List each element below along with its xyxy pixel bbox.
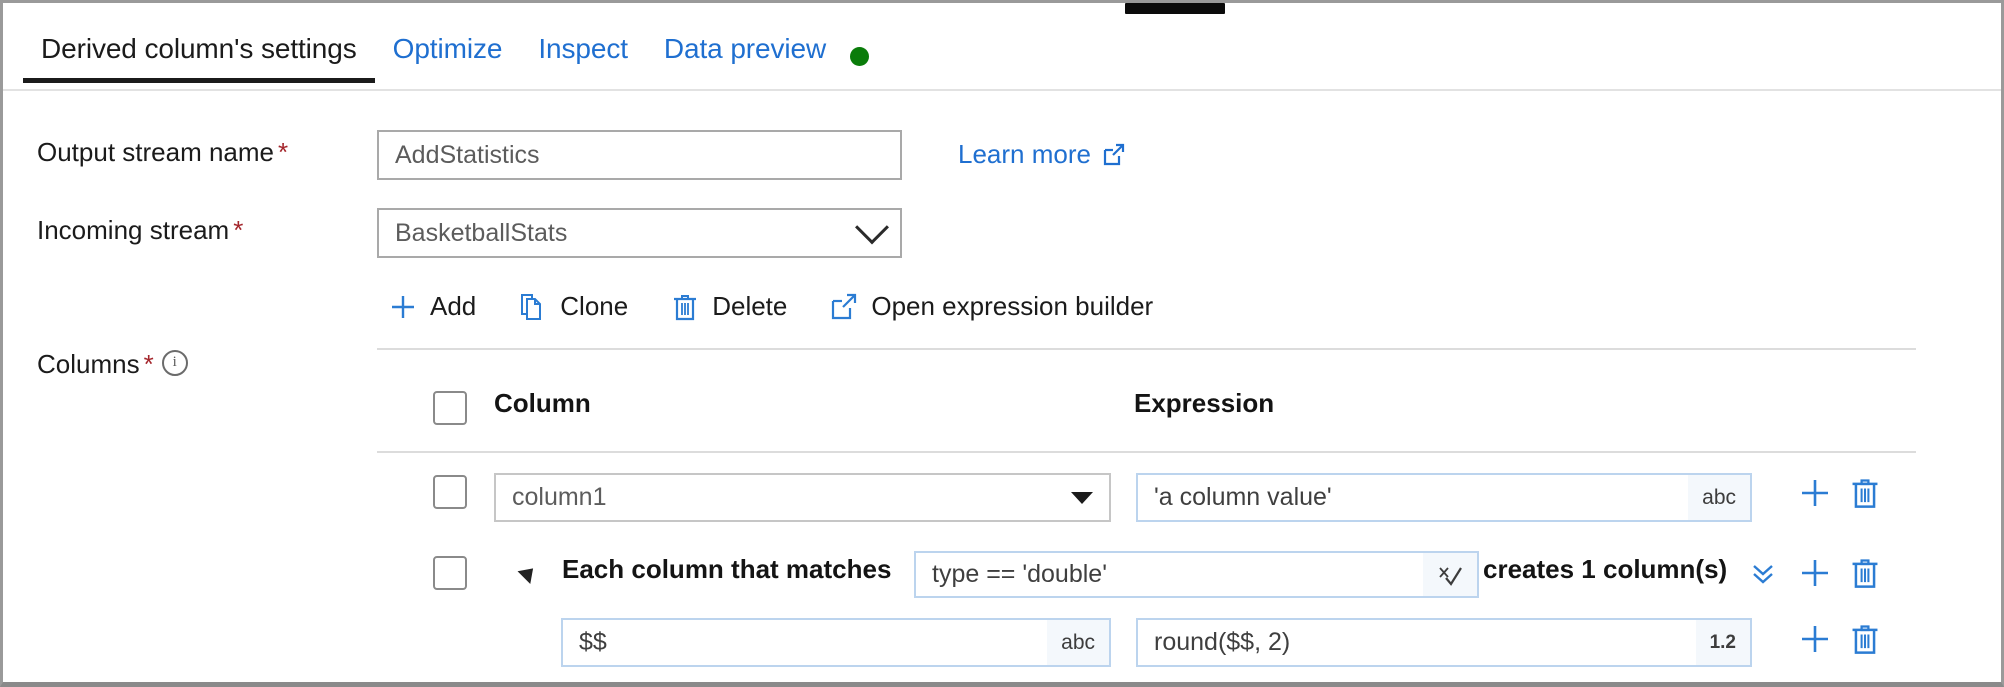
collapse-triangle-icon[interactable] — [518, 562, 540, 584]
tab-derived-column-settings[interactable]: Derived column's settings — [23, 17, 375, 83]
add-label: Add — [430, 291, 476, 322]
incoming-stream-required-asterisk: * — [233, 215, 243, 245]
row-3-type-badge-number: 1.2 — [1696, 620, 1750, 665]
clone-icon — [518, 292, 548, 322]
row-3-expression-input[interactable]: round($$, 2) 1.2 — [1136, 618, 1752, 667]
table-header-divider — [377, 451, 1916, 453]
incoming-stream-value: BasketballStats — [395, 219, 567, 248]
row-3-name-input[interactable]: $$ abc — [561, 618, 1111, 667]
row-2-match-condition-input[interactable]: type == 'double' — [914, 551, 1479, 598]
clone-button[interactable]: Clone — [518, 291, 628, 322]
external-link-icon — [1102, 143, 1126, 167]
row-1-expression-input[interactable]: 'a column value' abc — [1136, 473, 1752, 522]
learn-more-link[interactable]: Learn more — [958, 139, 1126, 170]
output-stream-name-value: AddStatistics — [395, 141, 540, 170]
row-1-column-select[interactable]: column1 — [494, 473, 1111, 522]
learn-more-label: Learn more — [958, 139, 1091, 170]
columns-required-asterisk: * — [144, 349, 154, 379]
row-1-add-icon[interactable] — [1798, 476, 1832, 515]
row-3-add-icon[interactable] — [1798, 622, 1832, 661]
incoming-stream-select[interactable]: BasketballStats — [377, 208, 902, 258]
info-icon[interactable]: i — [162, 350, 188, 376]
row-1-expression-value: 'a column value' — [1154, 483, 1332, 512]
open-expression-builder-button[interactable]: Open expression builder — [829, 291, 1153, 322]
data-preview-status-dot — [850, 47, 869, 66]
trash-icon — [670, 292, 700, 322]
panel-drag-handle[interactable] — [1125, 3, 1225, 14]
delete-label: Delete — [712, 291, 787, 322]
row-2-pattern-label: Each column that matches — [562, 554, 891, 585]
table-top-divider — [377, 348, 1916, 350]
table-row[interactable] — [433, 475, 467, 509]
incoming-stream-label: Incoming stream* — [37, 215, 243, 246]
row-3-expression-value: round($$, 2) — [1154, 628, 1290, 657]
plus-icon — [388, 292, 418, 322]
external-link-icon — [829, 292, 859, 322]
row-1-delete-icon[interactable] — [1848, 476, 1882, 515]
tab-inspect[interactable]: Inspect — [520, 17, 646, 83]
columns-toolbar: Add Clone Delete — [388, 291, 1195, 322]
row-2-match-value: type == 'double' — [932, 560, 1107, 589]
columns-label-text: Columns — [37, 349, 140, 379]
output-stream-name-text: Output stream name — [37, 137, 274, 167]
output-stream-name-label: Output stream name* — [37, 137, 288, 168]
row-2-creates-text: creates 1 column(s) — [1483, 554, 1727, 585]
clone-label: Clone — [560, 291, 628, 322]
column-header-expression: Expression — [1134, 388, 1274, 419]
columns-label: Columns* i — [37, 349, 188, 380]
row-2-add-icon[interactable] — [1798, 556, 1832, 595]
output-stream-required-asterisk: * — [278, 137, 288, 167]
double-chevron-down-icon[interactable] — [1748, 561, 1778, 594]
column-header-column: Column — [494, 388, 591, 419]
row-1-type-badge-abc: abc — [1688, 475, 1750, 520]
tab-optimize[interactable]: Optimize — [375, 17, 521, 83]
delete-button[interactable]: Delete — [670, 291, 787, 322]
row-1-column-value: column1 — [512, 483, 607, 512]
row-2-type-badge-boolean — [1423, 553, 1477, 596]
tab-data-preview[interactable]: Data preview — [646, 17, 844, 83]
derived-column-settings-panel: Derived column's settings Optimize Inspe… — [0, 0, 2004, 687]
row-3-type-badge-abc: abc — [1047, 620, 1109, 665]
chevron-down-icon — [855, 210, 889, 244]
tab-bar: Derived column's settings Optimize Inspe… — [3, 17, 2001, 91]
row-2-delete-icon[interactable] — [1848, 556, 1882, 595]
incoming-stream-text: Incoming stream — [37, 215, 229, 245]
caret-down-icon — [1071, 492, 1093, 504]
add-button[interactable]: Add — [388, 291, 476, 322]
output-stream-name-input[interactable]: AddStatistics — [377, 130, 902, 180]
open-expression-builder-label: Open expression builder — [871, 291, 1153, 322]
table-row[interactable] — [433, 556, 467, 590]
select-all-checkbox[interactable] — [433, 391, 467, 425]
row-3-name-value: $$ — [579, 628, 607, 657]
row-3-delete-icon[interactable] — [1848, 622, 1882, 661]
